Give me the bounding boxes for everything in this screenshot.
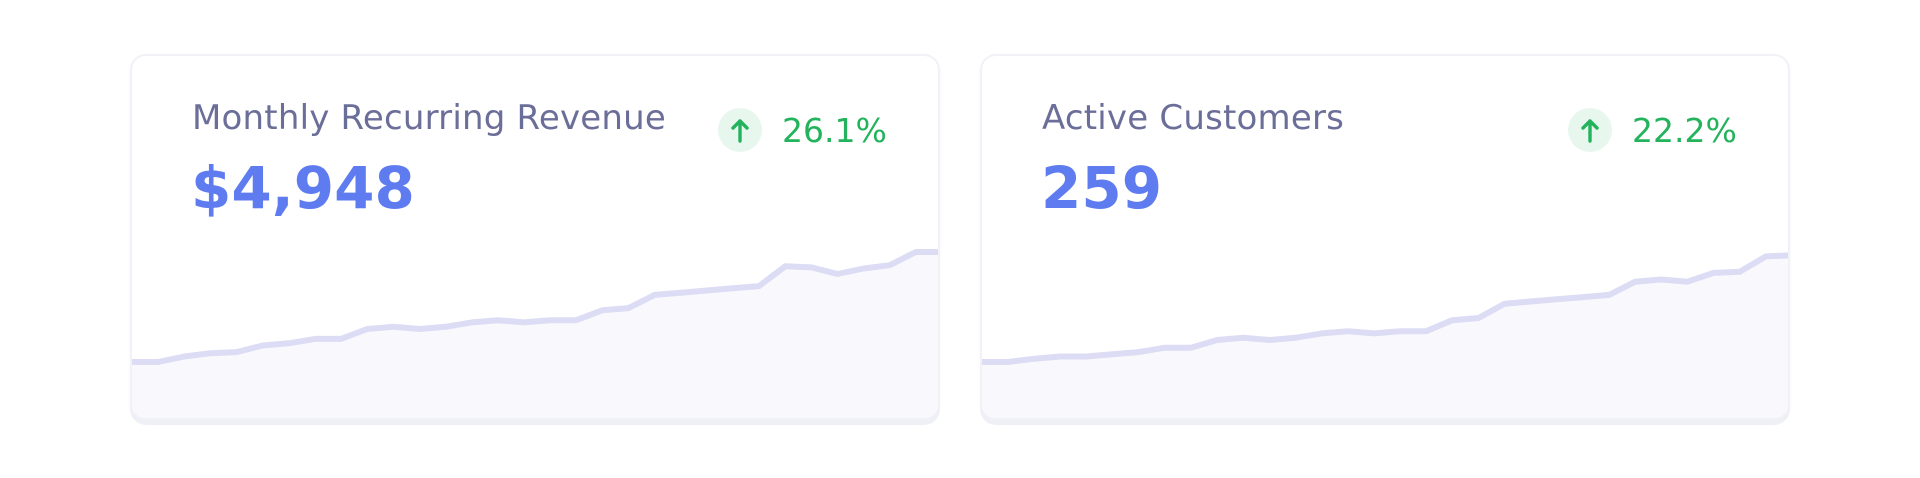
kpi-cards-row: Monthly Recurring Revenue $4,948 26.1% A… xyxy=(0,0,1920,478)
kpi-value: $4,948 xyxy=(191,154,415,222)
arrow-up-icon xyxy=(1568,108,1612,152)
kpi-title: Monthly Recurring Revenue xyxy=(192,98,667,138)
kpi-change-badge: 26.1% xyxy=(718,106,887,154)
kpi-card-active-customers: Active Customers 259 22.2% xyxy=(980,54,1790,420)
kpi-change-value: 22.2% xyxy=(1632,110,1737,150)
sparkline-area xyxy=(132,252,938,418)
arrow-up-icon xyxy=(718,108,762,152)
kpi-change-badge: 22.2% xyxy=(1568,106,1737,154)
kpi-value: 259 xyxy=(1041,154,1163,222)
kpi-title: Active Customers xyxy=(1042,98,1345,138)
kpi-card-mrr: Monthly Recurring Revenue $4,948 26.1% xyxy=(130,54,940,420)
kpi-change-value: 26.1% xyxy=(782,110,887,150)
